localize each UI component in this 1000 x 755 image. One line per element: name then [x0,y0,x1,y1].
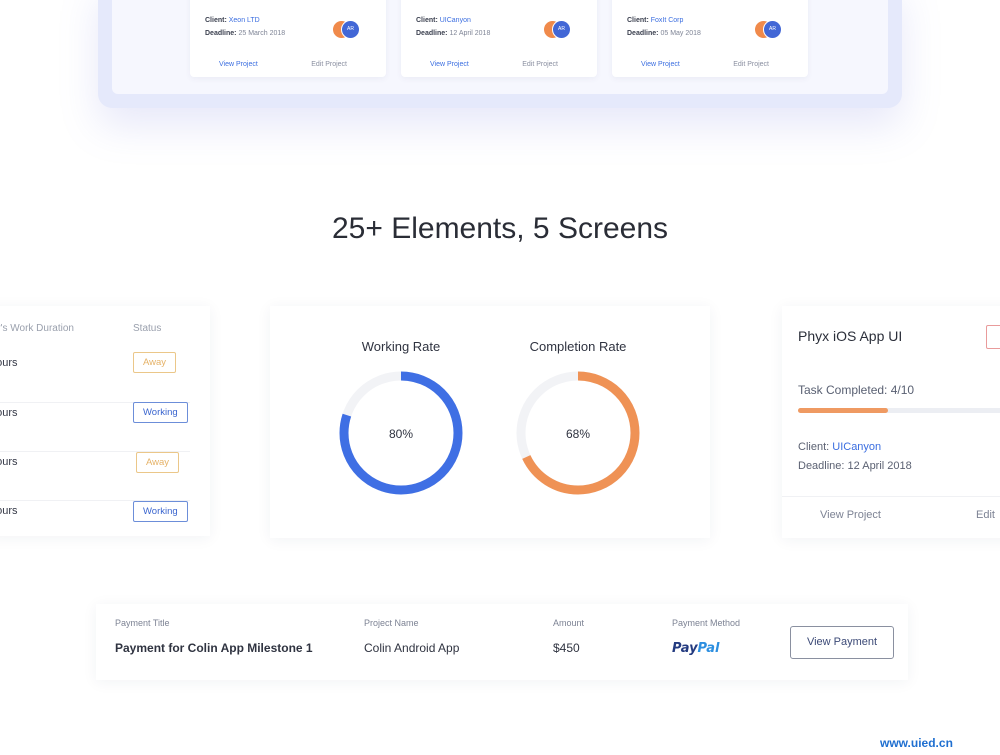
deadline-line: Deadline: 12 April 2018 [416,30,491,37]
status-badge: Away [136,452,180,473]
deadline-date: 12 April 2018 [449,30,491,37]
payment-title-column: Payment Title Payment for Colin App Mile… [115,618,313,655]
payment-method-column: Payment Method PayPal [672,618,740,656]
project-card-uicanyon: Client: UICanyon Deadline: 12 April 2018… [401,0,597,77]
avatar-group: AR [543,20,571,39]
edit-project-link[interactable]: Edit Project [733,61,769,68]
status-badge: Away [133,352,177,373]
paypal-logo: PayPal [672,641,720,656]
amount-value: $450 [553,641,580,655]
project-card-xeon: Client: Xeon LTD Deadline: 25 March 2018… [190,0,386,77]
client-line: Client: UICanyon [416,17,471,24]
avatar: AR [341,20,360,39]
payment-title: Payment for Colin App Milestone 1 [115,641,313,655]
device-frame: Client: Xeon LTD Deadline: 25 March 2018… [98,0,902,108]
table-row: hours Away [0,451,190,501]
amount-column: Amount $450 [553,618,584,655]
duration-cell: hours [0,357,18,369]
column-header: Project Name [364,618,419,628]
status-badge: Working [133,402,188,423]
working-rate-value: 80% [388,427,414,441]
deadline-date: 05 May 2018 [660,30,701,37]
project-card-phyx: Phyx iOS App UI Task Completed: 4/10 Cli… [782,306,1000,538]
avatar: AR [552,20,571,39]
avatar-group: AR [332,20,360,39]
column-header: Payment Title [115,618,170,628]
deadline-line: Deadline: 12 April 2018 [798,460,912,472]
edit-project-link[interactable]: Edit [976,509,995,521]
column-header: Amount [553,618,585,628]
view-project-link[interactable]: View Project [430,61,469,68]
column-header-status: Status [133,323,162,334]
divider [782,496,1000,497]
view-project-link[interactable]: View Project [219,61,258,68]
device-screen: Client: Xeon LTD Deadline: 25 March 2018… [112,0,888,94]
client-name: FoxIt Corp [650,17,684,24]
task-progress-bar [798,408,1000,413]
completion-rate-value: 68% [565,427,591,441]
project-name-column: Project Name Colin Android App [364,618,459,655]
deadline-date: 12 April 2018 [847,460,912,472]
client-line: Client: FoxIt Corp [627,17,684,24]
completion-rate-title: Completion Rate [529,339,627,354]
duration-cell: hours [0,505,18,517]
table-row: hours Working [0,500,190,549]
deadline-line: Deadline: 25 March 2018 [205,30,286,37]
view-payment-button[interactable]: View Payment [790,626,894,659]
rate-donuts-card: Working Rate 80% Completion Rate 68% [270,306,710,538]
deadline-line: Deadline: 05 May 2018 [627,30,701,37]
column-header-duration: ay's Work Duration [0,323,74,334]
work-duration-table: ay's Work Duration Status hours Away hou… [0,306,210,536]
deadline-date: 25 March 2018 [238,30,286,37]
edit-project-link[interactable]: Edit Project [522,61,558,68]
task-completed-label: Task Completed: 4/10 [798,383,915,397]
status-tag [986,325,1000,349]
section-heading: 25+ Elements, 5 Screens [331,212,669,245]
table-row: hours Working [0,402,190,452]
working-rate-title: Working Rate [361,339,441,354]
payment-row-card: Payment Title Payment for Colin App Mile… [96,604,908,680]
avatar: AR [763,20,782,39]
table-row: hours Away [0,352,190,403]
project-title: Phyx iOS App UI [798,328,903,344]
view-project-link[interactable]: View Project [641,61,680,68]
client-name: UICanyon [439,17,471,24]
client-line: Client: UICanyon [798,441,882,453]
client-name: UICanyon [832,441,882,453]
duration-cell: hours [0,407,18,419]
edit-project-link[interactable]: Edit Project [311,61,347,68]
client-name: Xeon LTD [228,17,260,24]
project-card-foxit: Client: FoxIt Corp Deadline: 05 May 2018… [612,0,808,77]
duration-cell: hours [0,456,18,468]
status-badge: Working [133,501,188,522]
watermark: www.uied.cn [880,736,953,750]
project-name: Colin Android App [364,641,460,655]
client-line: Client: Xeon LTD [205,17,260,24]
task-progress-fill [798,408,888,413]
view-project-link[interactable]: View Project [820,509,881,521]
avatar-group: AR [754,20,782,39]
column-header: Payment Method [672,618,741,628]
